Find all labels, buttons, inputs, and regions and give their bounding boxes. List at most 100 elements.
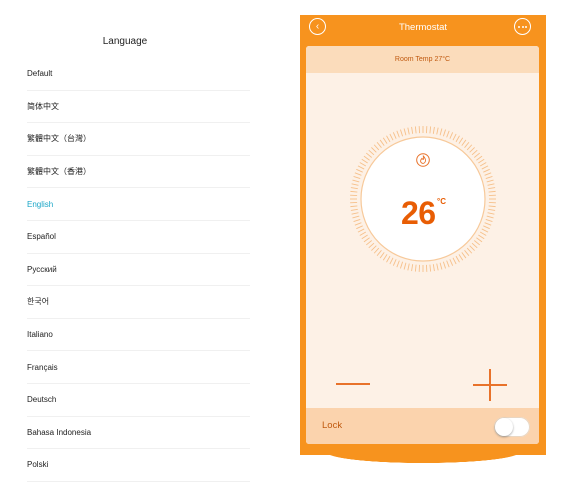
decrease-temp-button[interactable] (336, 370, 370, 396)
language-item[interactable]: Italiano (27, 319, 250, 352)
dial-tick (365, 152, 372, 158)
flame-icon (416, 153, 430, 167)
dial-tick (350, 187, 358, 190)
dial-tick (350, 208, 358, 211)
dial-tick (400, 261, 404, 269)
dial-tick (436, 263, 439, 271)
language-title: Language (102, 36, 148, 47)
dial-tick (357, 228, 365, 233)
dial-tick (392, 132, 397, 139)
set-temperature: 26 °C (401, 195, 446, 232)
dial-tick (458, 137, 464, 144)
dial-tick (353, 176, 361, 180)
dial-tick (351, 183, 359, 186)
dial-tick (466, 247, 473, 254)
dial-tick (478, 234, 485, 240)
dial-tick (386, 255, 391, 263)
language-item[interactable]: Русский (27, 254, 250, 287)
dial-tick (414, 264, 417, 272)
dial-tick (469, 147, 475, 153)
language-item[interactable]: Español (27, 221, 250, 254)
dial-tick (368, 149, 375, 156)
dial-tick (474, 152, 481, 158)
dial-tick (471, 242, 478, 249)
dial-tick (471, 149, 478, 156)
language-item[interactable]: 简体中文 (27, 91, 250, 124)
dial-tick (476, 155, 483, 161)
thermostat-screen: ‹ Thermostat Room Temp 27°C 26 °C Lock (300, 15, 546, 455)
dial-tick (361, 158, 368, 164)
lock-row: Lock (306, 408, 539, 444)
dial-tick (436, 127, 439, 135)
screen-bottom-curve (300, 452, 546, 466)
dial-tick (484, 172, 492, 176)
dial-tick (452, 133, 457, 141)
language-item[interactable]: Default (27, 58, 250, 91)
dial-tick (439, 262, 443, 270)
room-temp-label: Room Temp 27°C (394, 56, 451, 63)
dial-tick (386, 135, 391, 143)
dial-tick (485, 176, 493, 180)
language-item[interactable]: 繁體中文（台灣） (27, 123, 250, 156)
language-item[interactable]: English (27, 188, 250, 221)
language-item[interactable]: Polski (27, 449, 250, 482)
lock-toggle[interactable] (494, 417, 530, 437)
dial-tick (368, 242, 375, 249)
dial-tick (376, 141, 382, 148)
language-item[interactable]: Français (27, 351, 250, 384)
dial-tick (429, 126, 432, 134)
lock-toggle-knob (495, 418, 513, 436)
language-item[interactable]: 한국어 (27, 286, 250, 319)
dial-tick (351, 212, 359, 215)
dial-tick (373, 247, 380, 254)
dial-tick (396, 130, 400, 138)
dial-tick (400, 129, 404, 137)
dial-tick (371, 147, 377, 153)
temperature-unit: °C (437, 197, 446, 206)
dial-tick (483, 168, 490, 173)
more-button[interactable] (514, 18, 531, 35)
dial-tick (382, 137, 388, 144)
dial-tick (363, 237, 370, 243)
dial-tick (403, 128, 407, 136)
dial-tick (379, 139, 385, 146)
dial-tick (356, 225, 363, 230)
dial-tick (356, 168, 363, 173)
dial-tick (354, 172, 362, 176)
dial-tick (354, 222, 362, 226)
dial-tick (488, 208, 496, 211)
dial-tick (442, 129, 446, 137)
dial-tick (411, 264, 414, 272)
top-bar: ‹ Thermostat (300, 15, 546, 41)
dial-tick (357, 165, 365, 170)
dial-tick (359, 231, 367, 236)
dial-tick (461, 252, 467, 259)
room-temp-bar: Room Temp 27°C (306, 46, 539, 73)
dial-tick (486, 215, 494, 219)
dial-tick (487, 212, 495, 215)
dial-tick (487, 183, 495, 186)
language-item[interactable]: Deutsch (27, 384, 250, 417)
dial-tick (396, 260, 400, 268)
more-dots-icon (518, 25, 521, 28)
dial-tick (373, 144, 380, 151)
dial-tick (363, 155, 370, 161)
dial-tick (452, 257, 457, 265)
dial-tick (455, 135, 460, 143)
dial-tick (389, 257, 394, 265)
dial-tick (371, 245, 377, 251)
language-item[interactable]: 繁體中文（香港） (27, 156, 250, 189)
dial-tick (439, 128, 443, 136)
dial-tick (429, 264, 432, 272)
dial-tick (476, 237, 483, 243)
dial-tick (432, 264, 435, 272)
dial-tick (350, 205, 358, 208)
dial-tick (442, 261, 446, 269)
dial-tick (407, 263, 410, 271)
dial-tick (478, 158, 485, 164)
increase-temp-button[interactable] (473, 369, 507, 401)
dial-tick (483, 225, 490, 230)
dial-tick (455, 255, 460, 263)
language-item[interactable]: Bahasa Indonesia (27, 417, 250, 450)
dial-tick (352, 215, 360, 219)
